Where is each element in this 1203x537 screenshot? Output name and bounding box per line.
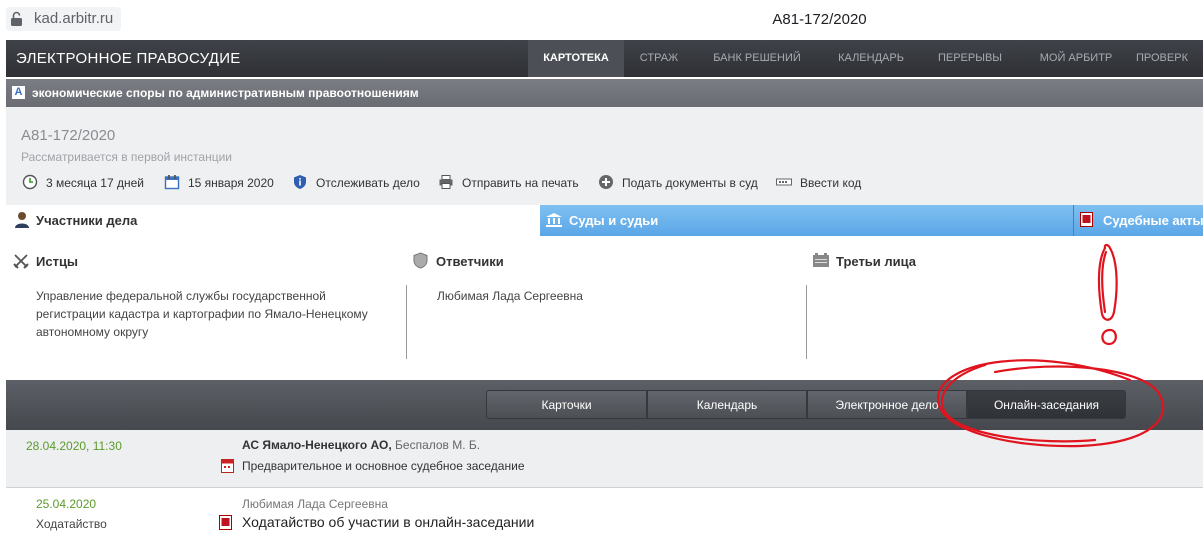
arbitration-a-icon: A [12,86,25,99]
electronic-case-button[interactable]: Электронное дело [807,390,967,419]
crossed-swords-icon [13,254,29,269]
column-divider [806,285,807,359]
plaintiff-name[interactable]: Управление федеральной службы государств… [36,287,396,341]
code-field-icon [776,178,792,186]
shield-icon [413,252,428,269]
category-bar: A экономические споры по административны… [6,79,1203,107]
nav-calendar[interactable]: КАЛЕНДАРЬ [824,40,918,77]
entry-author: Любимая Лада Сергеевна [242,497,388,511]
case-status: Рассматривается в первой инстанции [21,150,232,164]
online-sessions-button[interactable]: Онлайн-заседания [967,390,1126,419]
column-divider [406,285,407,359]
nav-kartoteka[interactable]: КАРТОТЕКА [528,40,624,77]
top-navigation: ЭЛЕКТРОННОЕ ПРАВОСУДИЕ КАРТОТЕКА СТРАЖ Б… [6,40,1203,77]
nav-bank-resheniy[interactable]: БАНК РЕШЕНИЙ [702,40,812,77]
tab-courts-judges[interactable]: Суды и судьи [540,205,1073,236]
calendar-icon [164,175,180,190]
pdf-icon [219,515,232,530]
defendants-title: Ответчики [436,254,504,269]
duration-info: 3 месяца 17 дней [22,174,152,192]
tab-court-acts[interactable]: Судебные акты [1073,205,1203,236]
entry-court: АС Ямало-Ненецкого АО, Беспалов М. Б. [242,438,481,452]
clock-back-icon [22,174,38,190]
third-parties-title: Третьи лица [836,254,917,269]
track-case-link[interactable]: Отслеживать дело [292,174,432,192]
registration-date: 15 января 2020 [164,174,284,192]
print-link[interactable]: Отправить на печать [438,174,588,192]
entry-date: 25.04.2020 [36,497,97,511]
courthouse-icon [546,213,562,227]
calendar-red-icon [221,459,234,473]
printer-icon [439,175,453,189]
page-tab-title: А81-172/2020 [772,11,867,28]
person-icon [15,212,29,228]
nav-proverka[interactable]: ПРОВЕРК [1136,40,1203,77]
third-party-fence-icon [813,253,829,267]
submit-documents-link[interactable]: Подать документы в суд [598,174,768,192]
entry-date: 28.04.2020, 11:30 [26,439,122,453]
pdf-icon [1080,212,1093,227]
shield-info-icon [294,175,306,189]
tab-participants[interactable]: Участники дела [6,205,540,236]
entry-type: Ходатайство [36,517,107,531]
document-link[interactable]: Ходатайство об участии в онлайн-заседани… [242,514,534,530]
defendant-name[interactable]: Любимая Лада Сергеевна [437,287,583,305]
case-header: А81-172/2020 Рассматривается в первой ин… [6,107,1203,205]
plaintiffs-title: Истцы [36,254,79,269]
list-item: 25.04.2020 Ходатайство Любимая Лада Серг… [6,488,1203,537]
calendar-button[interactable]: Календарь [647,390,807,419]
nav-moy-arbitr[interactable]: МОЙ АРБИТР [1026,40,1126,77]
list-item: 28.04.2020, 11:30 АС Ямало-Ненецкого АО,… [6,430,1203,487]
nav-pereryvy[interactable]: ПЕРЕРЫВЫ [926,40,1014,77]
enter-code-link[interactable]: Ввести код [776,174,876,192]
nav-strazh[interactable]: СТРАЖ [624,40,694,77]
site-brand[interactable]: ЭЛЕКТРОННОЕ ПРАВОСУДИЕ [16,40,241,77]
case-number: А81-172/2020 [21,127,116,144]
plus-circle-icon [599,175,613,189]
entry-description: Предварительное и основное судебное засе… [242,459,525,473]
case-view-toolbar: Карточки Календарь Электронное дело Онла… [6,380,1203,430]
category-label: экономические споры по административным … [32,86,419,100]
cards-button[interactable]: Карточки [486,390,647,419]
